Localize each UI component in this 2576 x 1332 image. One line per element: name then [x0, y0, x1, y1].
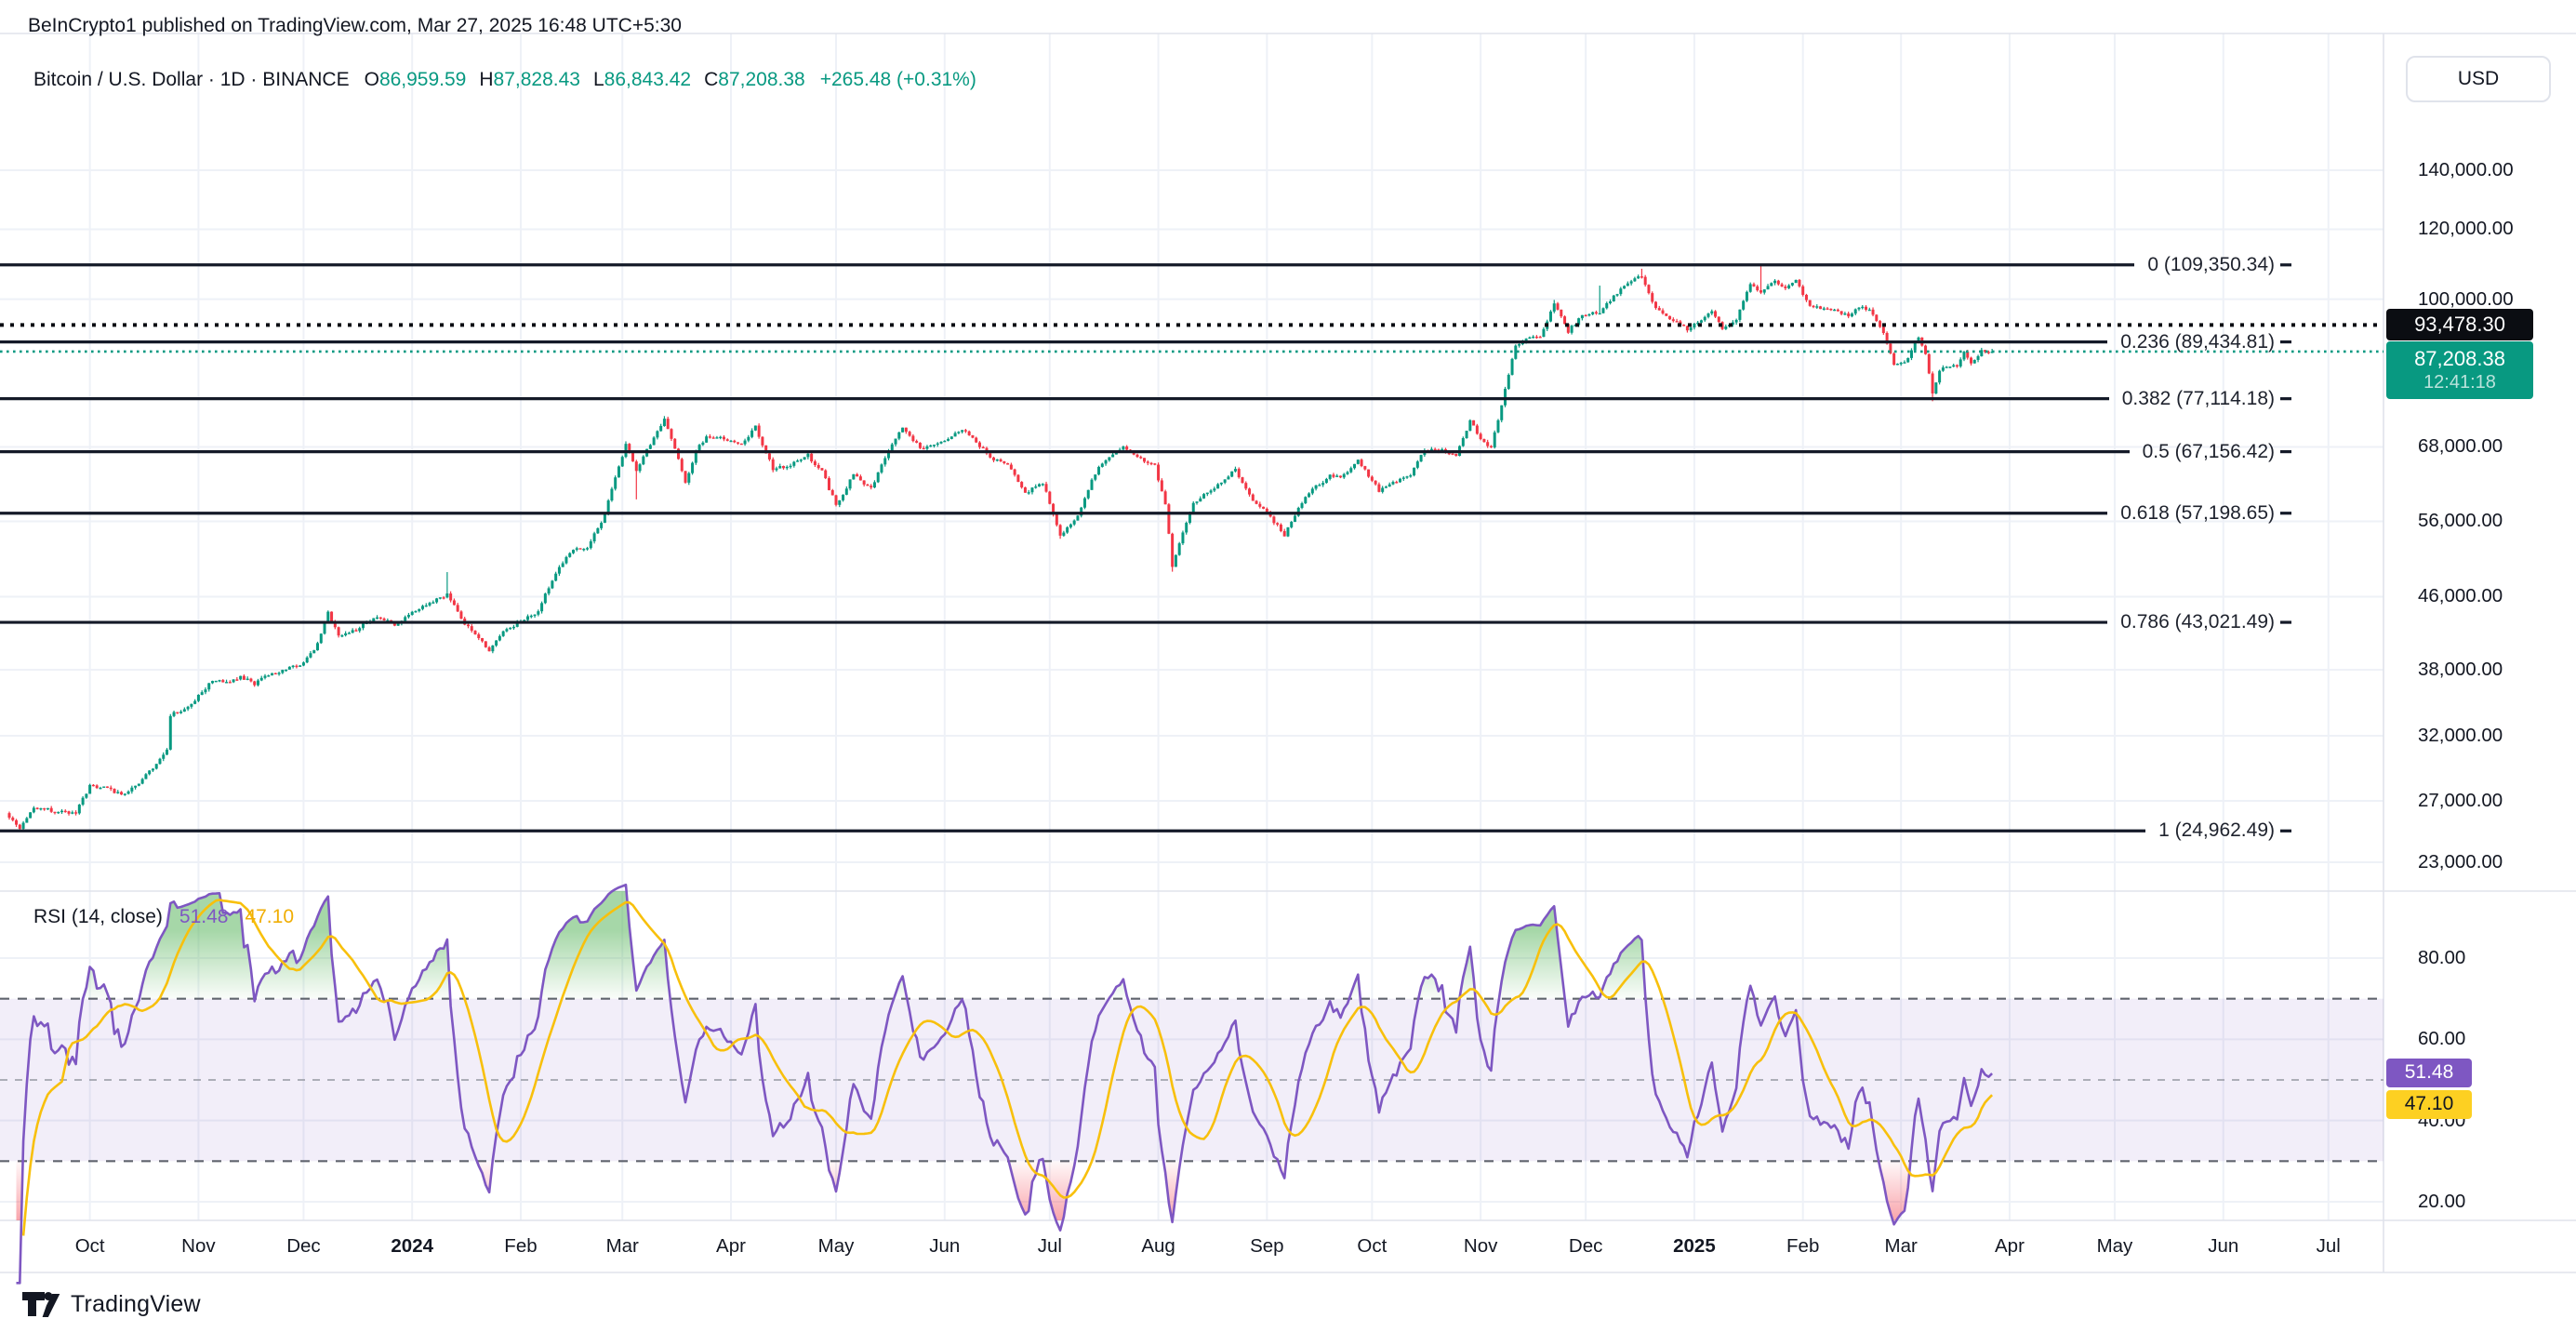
- fibonacci-retracement[interactable]: [0, 265, 2291, 831]
- symbol-title: Bitcoin / U.S. Dollar · 1D · BINANCE: [33, 69, 350, 91]
- rsi-value: 51.48: [179, 906, 229, 928]
- previous-value-price-badge: 93,478.30: [2386, 309, 2533, 340]
- candlestick-series: [8, 265, 1994, 831]
- change-value: +265.48 (+0.31%): [820, 69, 976, 91]
- tradingview-logo-icon: [22, 1292, 61, 1318]
- ohlc-o: O86,959.59: [365, 69, 467, 91]
- symbol-legend: Bitcoin / U.S. Dollar · 1D · BINANCE O86…: [33, 69, 976, 91]
- current-price: 87,208.38: [2414, 346, 2505, 372]
- currency-toggle-button[interactable]: USD: [2406, 56, 2551, 102]
- tradingview-logo-text: TradingView: [71, 1291, 201, 1318]
- bar-countdown: 12:41:18: [2423, 371, 2496, 394]
- tradingview-logo[interactable]: TradingView: [22, 1291, 201, 1318]
- rsi-value-badge: 51.48: [2386, 1059, 2472, 1087]
- rsi-title: RSI (14, close): [33, 906, 163, 928]
- rsi-legend: RSI (14, close) 51.48 47.10: [33, 906, 294, 928]
- ohlc-c: C87,208.38: [704, 69, 805, 91]
- chart-canvas[interactable]: [0, 0, 2576, 1332]
- rsi-ma-value: 47.10: [245, 906, 294, 928]
- previous-value-price: 93,478.30: [2414, 312, 2505, 338]
- rsi-ma-value-badge: 47.10: [2386, 1090, 2472, 1119]
- attribution-text: BeInCrypto1 published on TradingView.com…: [28, 15, 682, 37]
- ohlc-values: O86,959.59 H87,828.43 L86,843.42 C87,208.38: [365, 69, 805, 91]
- ohlc-h: H87,828.43: [479, 69, 580, 91]
- rsi-indicator: [0, 885, 2383, 1283]
- ohlc-l: L86,843.42: [593, 69, 691, 91]
- current-price-badge: 87,208.38 12:41:18: [2386, 341, 2533, 399]
